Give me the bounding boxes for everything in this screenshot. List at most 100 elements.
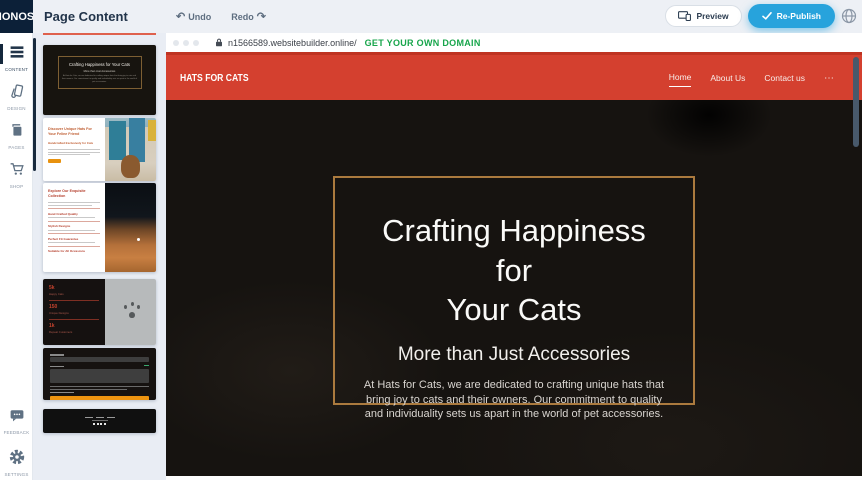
- divider: [48, 221, 100, 222]
- thumb-intro-heading: Discover Unique Hats For Your Feline Fri…: [48, 127, 100, 137]
- preview-button[interactable]: Preview: [665, 5, 741, 27]
- design-icon: [9, 83, 25, 104]
- undo-redo-group: ↶ Undo Redo ↷: [176, 0, 266, 33]
- paw-print: [137, 305, 140, 309]
- active-nav-indicator: [0, 44, 3, 64]
- sidebar-item-feedback[interactable]: FEEDBACK: [0, 407, 33, 435]
- sidebar-bottom-group: FEEDBACK SETTINGS: [0, 393, 33, 477]
- sidebar-item-pages[interactable]: PAGES: [0, 122, 33, 150]
- panel-accent-line: [43, 33, 156, 35]
- cat-photo-figure: [121, 155, 140, 178]
- devices-icon: [678, 11, 691, 21]
- sidebar-item-label: CONTENT: [5, 67, 28, 72]
- hero-title[interactable]: Crafting Happiness for Your Cats: [361, 211, 667, 330]
- hero-section[interactable]: Crafting Happiness for Your Cats More th…: [166, 100, 862, 476]
- thumb-intro-button: [48, 159, 61, 163]
- sidebar-item-shop[interactable]: SHOP: [0, 161, 33, 189]
- poster-graphic: [148, 120, 155, 141]
- language-globe-icon[interactable]: [841, 8, 857, 24]
- sidebar-item-content[interactable]: CONTENT: [0, 44, 33, 72]
- nav-item-home[interactable]: Home: [669, 72, 692, 87]
- toolbar-right-group: Preview Re-Publish: [665, 4, 857, 28]
- republish-button[interactable]: Re-Publish: [748, 4, 835, 28]
- text-line: [48, 217, 95, 218]
- pages-icon: [9, 122, 25, 143]
- text-line: [48, 152, 100, 153]
- text-line: [96, 417, 104, 418]
- hero-body-text[interactable]: At Hats for Cats, we are dedicated to cr…: [361, 378, 667, 422]
- panel-scrollbar[interactable]: [33, 38, 36, 171]
- sidebar-item-design[interactable]: DESIGN: [0, 83, 33, 111]
- hero-subtitle[interactable]: More than Just Accessories: [398, 344, 630, 366]
- section-thumb-stats[interactable]: 5k Happy Cats 150 Unique Designs 1k Repe…: [43, 279, 156, 345]
- thumb-feature-item: Perfect Fit Guarantee: [48, 237, 100, 241]
- footer-nav-lines: [85, 417, 115, 418]
- text-line: [85, 417, 93, 418]
- get-domain-link[interactable]: GET YOUR OWN DOMAIN: [365, 38, 481, 48]
- redo-label: Redo: [231, 12, 254, 22]
- website-builder-app: IONOS CONTENT DESIGN: [0, 0, 862, 480]
- nav-more-menu[interactable]: ⋯: [824, 73, 834, 86]
- browser-chrome-bar: n1566589.websitebuilder.online/ GET YOUR…: [166, 33, 862, 52]
- stat-label: Happy Cats: [49, 292, 99, 296]
- form-field-row: [50, 365, 149, 369]
- redo-icon: ↷: [257, 10, 266, 23]
- undo-label: Undo: [188, 12, 211, 22]
- section-thumb-intro[interactable]: Discover Unique Hats For Your Feline Fri…: [43, 118, 156, 181]
- thumb-intro-subheading: Handcrafted Exclusively for Cats: [48, 141, 100, 145]
- divider: [49, 319, 99, 320]
- nav-item-contact[interactable]: Contact us: [764, 73, 805, 85]
- nav-item-about[interactable]: About Us: [710, 73, 745, 85]
- divider: [48, 233, 100, 234]
- stat-value: 150: [49, 304, 99, 310]
- site-logo[interactable]: HATS FOR CATS: [180, 72, 249, 84]
- thumb-stats-photo: [105, 279, 156, 345]
- cursor-dot: [137, 238, 140, 241]
- social-icon: [93, 423, 95, 425]
- site-header[interactable]: HATS FOR CATS Home About Us Contact us ⋯: [166, 52, 862, 100]
- divider: [48, 208, 100, 209]
- thumb-hero-subtitle: More than Just Accessories: [62, 70, 138, 73]
- sidebar-item-label: SHOP: [10, 184, 24, 189]
- paw-print: [129, 312, 135, 318]
- section-thumb-features[interactable]: Explore Our Exquisite Collection Hand Cr…: [43, 183, 156, 272]
- form-field-label: [50, 366, 64, 368]
- thumb-hero-title: Crafting Happiness for Your Cats: [62, 62, 138, 68]
- text-line: [50, 389, 127, 390]
- sidebar-item-settings[interactable]: SETTINGS: [0, 449, 33, 477]
- redo-button[interactable]: Redo ↷: [231, 10, 266, 23]
- text-line: [50, 386, 149, 387]
- thumb-feature-item: Stylish Designs: [48, 224, 100, 228]
- sidebar-item-label: FEEDBACK: [4, 430, 30, 435]
- top-toolbar: Page Content ↶ Undo Redo ↷ Preview: [33, 0, 862, 33]
- site-url: n1566589.websitebuilder.online/: [228, 38, 357, 48]
- sidebar-item-label: DESIGN: [7, 106, 25, 111]
- content-icon: [9, 44, 25, 65]
- paw-print: [124, 305, 127, 309]
- hero-title-line2: Your Cats: [361, 290, 667, 330]
- undo-button[interactable]: ↶ Undo: [176, 10, 211, 23]
- text-line: [48, 202, 100, 203]
- text-line: [48, 205, 92, 206]
- form-field-label: [50, 354, 64, 356]
- hero-bordered-box[interactable]: Crafting Happiness for Your Cats More th…: [333, 176, 695, 405]
- thumb-stats-text: 5k Happy Cats 150 Unique Designs 1k Repe…: [43, 279, 105, 345]
- republish-label: Re-Publish: [777, 11, 821, 21]
- thumb-intro-photo: [105, 118, 156, 181]
- section-thumb-contact-form[interactable]: [43, 348, 156, 400]
- preview-scrollbar[interactable]: [853, 57, 859, 147]
- poster-graphic: [109, 121, 127, 160]
- social-icon: [104, 423, 106, 425]
- thumb-feature-item: Suitable for All Occasions: [48, 249, 100, 253]
- text-line: [92, 420, 108, 421]
- form-input: [50, 357, 149, 362]
- ionos-logo[interactable]: IONOS: [0, 0, 33, 33]
- window-dot: [193, 40, 199, 46]
- thumb-features-text: Explore Our Exquisite Collection Hand Cr…: [43, 183, 105, 272]
- sidebar-item-label: PAGES: [8, 145, 24, 150]
- page-content-panel: Crafting Happiness for Your Cats More th…: [33, 33, 166, 480]
- preview-label: Preview: [696, 11, 728, 21]
- section-thumb-hero[interactable]: Crafting Happiness for Your Cats More th…: [43, 45, 156, 115]
- section-thumb-footer[interactable]: [43, 409, 156, 433]
- shop-cart-icon: [9, 161, 25, 182]
